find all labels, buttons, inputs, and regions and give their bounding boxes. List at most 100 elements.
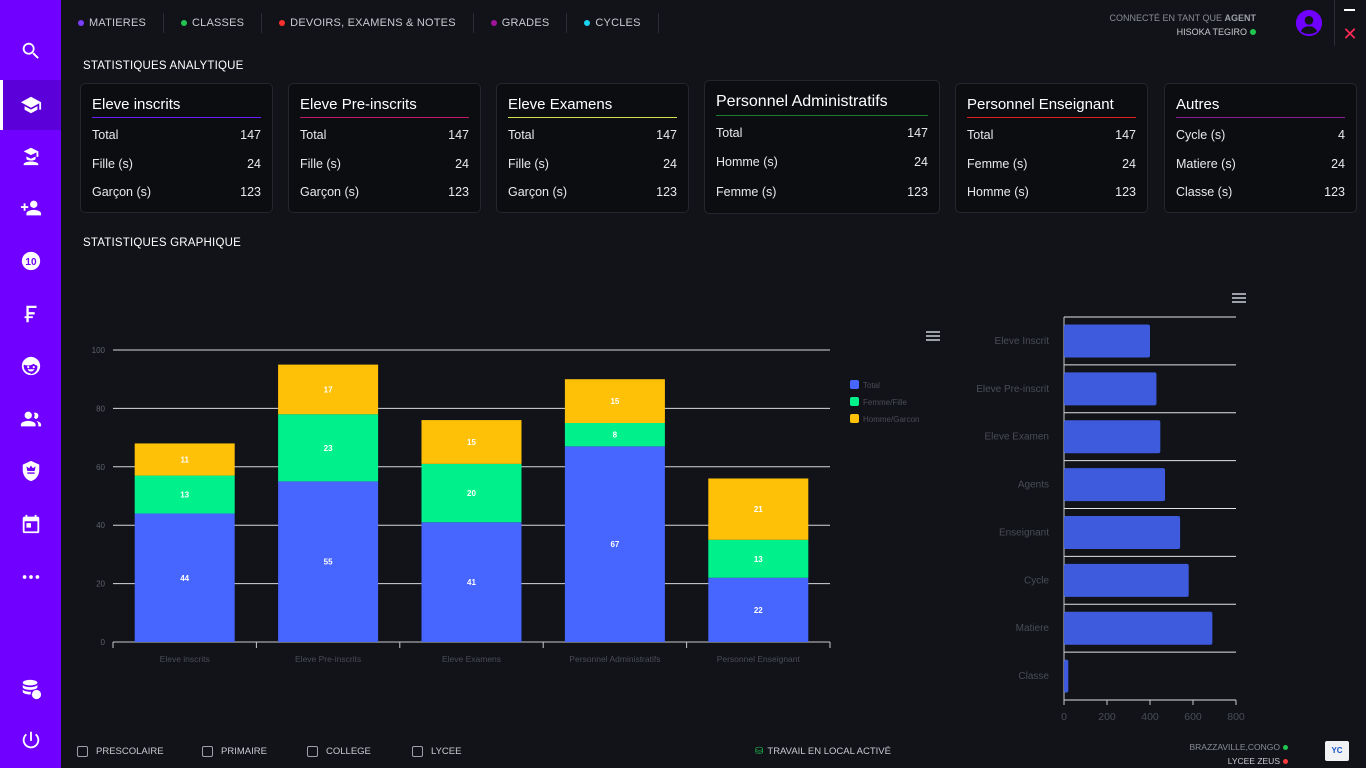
- data-label: 44: [180, 574, 189, 583]
- nav-item-label: DEVOIRS, EXAMENS & NOTES: [290, 17, 456, 29]
- row-value: 123: [656, 185, 677, 199]
- graphics-title: STATISTIQUES GRAPHIQUE: [83, 237, 241, 249]
- sidebar-item-school[interactable]: [0, 80, 61, 130]
- bar[interactable]: [1064, 611, 1213, 645]
- bar[interactable]: [1064, 563, 1189, 597]
- chart-menu-icon[interactable]: [926, 331, 940, 343]
- card-row: Cycle (s) 4: [1176, 128, 1345, 157]
- nav-item-cycles[interactable]: CYCLES: [567, 13, 659, 33]
- row-label: Homme (s): [967, 185, 1029, 199]
- x-tick-label: Eleve Examens: [442, 654, 501, 664]
- search-button[interactable]: [0, 26, 61, 76]
- card-row: Fille (s) 24: [300, 157, 469, 186]
- data-label: 15: [467, 438, 476, 447]
- y-tick-label: 60: [96, 463, 105, 472]
- y-tick-label: Agents: [1018, 480, 1049, 491]
- row-value: 123: [907, 184, 928, 199]
- data-label: 13: [180, 491, 189, 500]
- data-label: 17: [324, 385, 333, 394]
- avatar[interactable]: [1296, 10, 1322, 36]
- bar[interactable]: [1064, 420, 1161, 454]
- filter-primaire[interactable]: PRIMAIRE: [202, 746, 267, 757]
- power-icon: [22, 731, 39, 749]
- checkbox-icon[interactable]: [412, 746, 423, 757]
- legend-label[interactable]: Homme/Garcon: [863, 415, 919, 424]
- filter-label: PRIMAIRE: [221, 746, 267, 757]
- sidebar-item-calendar[interactable]: [0, 499, 61, 549]
- y-tick-label: Eleve Inscrit: [995, 336, 1050, 347]
- row-label: Cycle (s): [1176, 128, 1226, 142]
- top-nav: MATIERES CLASSES DEVOIRS, EXAMENS & NOTE…: [61, 0, 659, 46]
- data-label: 21: [754, 505, 763, 514]
- filter-college[interactable]: COLLEGE: [307, 746, 371, 757]
- row-label: Garçon (s): [300, 185, 360, 199]
- nav-item-grades[interactable]: GRADES: [474, 13, 568, 33]
- card-row: Total 147: [716, 126, 928, 155]
- card-row: Homme (s) 24: [716, 155, 928, 185]
- row-value: 24: [914, 154, 928, 169]
- group-icon: [20, 411, 41, 427]
- row-label: Femme (s): [716, 184, 777, 199]
- row-value: 123: [240, 185, 261, 199]
- row-value: 123: [1324, 185, 1345, 199]
- checkbox-icon[interactable]: [202, 746, 213, 757]
- nav-item-matieres[interactable]: MATIERES: [61, 13, 165, 33]
- data-label: 13: [754, 555, 763, 564]
- legend-marker[interactable]: [850, 414, 859, 423]
- sidebar-item-grades[interactable]: 10: [0, 236, 61, 286]
- bar[interactable]: [1064, 468, 1166, 502]
- status-dot-icon: [1283, 759, 1288, 764]
- sidebar-item-finance[interactable]: [0, 289, 61, 339]
- row-value: 147: [448, 128, 469, 142]
- user-avatar-icon: [1296, 10, 1322, 36]
- sidebar-item-more[interactable]: [0, 552, 61, 602]
- sidebar-item-groups[interactable]: [0, 394, 61, 444]
- nav-item-label: GRADES: [501, 17, 550, 29]
- legend-marker[interactable]: [850, 380, 859, 389]
- checkbox-icon[interactable]: [307, 746, 318, 757]
- checkbox-icon[interactable]: [77, 746, 88, 757]
- app-logo: YC: [1325, 741, 1349, 761]
- sidebar-item-student[interactable]: [0, 131, 61, 181]
- card-title: Eleve Pre-inscrits: [300, 96, 469, 118]
- filter-prescolaire[interactable]: PRESCOLAIRE: [77, 746, 164, 757]
- nav-item-devoirs[interactable]: DEVOIRS, EXAMENS & NOTES: [262, 13, 474, 33]
- y-tick-label: 80: [96, 404, 105, 413]
- chart-menu-icon[interactable]: [1232, 293, 1246, 305]
- dot-icon: [584, 20, 591, 26]
- nav-item-classes[interactable]: CLASSES: [164, 13, 263, 33]
- row-label: Fille (s): [92, 156, 133, 171]
- local-mode-status: ⛁ TRAVAIL EN LOCAL ACTIVÉ: [755, 746, 891, 757]
- bar[interactable]: [1064, 515, 1181, 549]
- connected-label: CONNECTÉ EN TANT QUE: [1109, 13, 1222, 23]
- card-row: Femme (s) 24: [967, 157, 1136, 186]
- sidebar-item-children[interactable]: [0, 341, 61, 391]
- minimize-button[interactable]: [1344, 9, 1355, 11]
- bottom-bar: PRESCOLAIRE PRIMAIRE COLLEGE LYCEE ⛁ TRAV…: [61, 737, 1366, 768]
- legend-label[interactable]: Total: [863, 381, 880, 390]
- status-dot-icon: [1283, 745, 1288, 750]
- sidebar-item-admin[interactable]: [0, 446, 61, 496]
- data-label: 67: [610, 540, 619, 549]
- legend-label[interactable]: Femme/Fille: [863, 398, 908, 407]
- card-row: Femme (s) 123: [716, 185, 928, 214]
- local-label: TRAVAIL EN LOCAL ACTIVÉ: [767, 746, 891, 757]
- dot-icon: [490, 20, 497, 26]
- close-button[interactable]: ✕: [1341, 25, 1359, 43]
- sidebar-item-add-user[interactable]: [0, 183, 61, 233]
- search-icon: [22, 42, 39, 59]
- x-tick-label: Eleve inscrits: [160, 654, 210, 664]
- data-label: 15: [610, 397, 619, 406]
- y-tick-label: Enseignant: [999, 527, 1049, 538]
- card-eleve-inscrits: Eleve inscrits Total 147 Fille (s) 24 Garç…: [80, 83, 273, 213]
- legend-marker[interactable]: [850, 397, 859, 406]
- card-row: Total 147: [967, 128, 1136, 157]
- bar[interactable]: [1064, 372, 1157, 406]
- grade-ten-icon: 10: [21, 251, 40, 271]
- sidebar-item-power[interactable]: [0, 715, 61, 765]
- y-tick-label: 40: [96, 521, 105, 530]
- sidebar-item-database[interactable]: [0, 664, 61, 714]
- bar[interactable]: [1064, 324, 1150, 358]
- bar[interactable]: [1064, 659, 1069, 693]
- filter-lycee[interactable]: LYCEE: [412, 746, 461, 757]
